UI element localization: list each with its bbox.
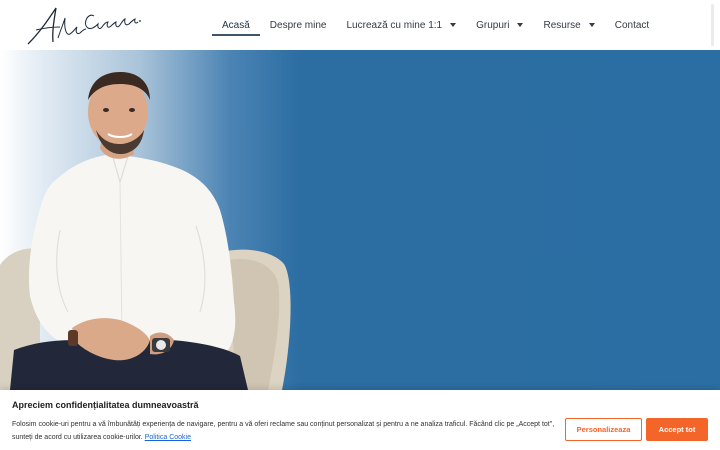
site-logo[interactable] [22,2,144,48]
nav-item-label: Grupuri [476,19,510,31]
hero-portrait-image [0,72,291,390]
nav-item-resurse[interactable]: Resurse [533,0,604,50]
site-header: Acasă Despre mine Lucrează cu mine 1:1 G… [0,0,720,50]
caret-down-icon [588,23,595,27]
main-nav: Acasă Despre mine Lucrează cu mine 1:1 G… [212,0,659,50]
nav-item-despre-mine[interactable]: Despre mine [260,0,337,50]
hero-section [0,50,720,390]
cookie-description-text: Folosim cookie-uri pentru a vă îmbunătăț… [12,421,555,441]
nav-item-label: Lucrează cu mine 1:1 [346,19,443,31]
nav-item-label: Resurse [543,19,581,31]
caret-down-icon [517,23,524,27]
nav-item-label: Acasă [222,19,250,31]
nav-item-grupuri[interactable]: Grupuri [466,0,533,50]
cookie-policy-link[interactable]: Politica Cookie [145,434,191,441]
scrollbar[interactable] [711,4,714,46]
nav-item-contact[interactable]: Contact [605,0,659,50]
nav-item-lucreaza-cu-mine[interactable]: Lucrează cu mine 1:1 [337,0,467,50]
customize-cookies-button[interactable]: Personalizeaza [565,418,642,441]
nav-item-label: Despre mine [269,19,327,31]
nav-item-label: Contact [614,19,650,31]
caret-down-icon [450,23,457,27]
nav-item-acasa[interactable]: Acasă [212,0,260,50]
cookie-title: Apreciem confidențialitatea dumneavoastr… [12,400,199,410]
signature-logo-image [27,7,141,45]
cookie-description: Folosim cookie-uri pentru a vă îmbunătăț… [12,418,557,444]
accept-all-cookies-button[interactable]: Accept tot [646,418,708,441]
